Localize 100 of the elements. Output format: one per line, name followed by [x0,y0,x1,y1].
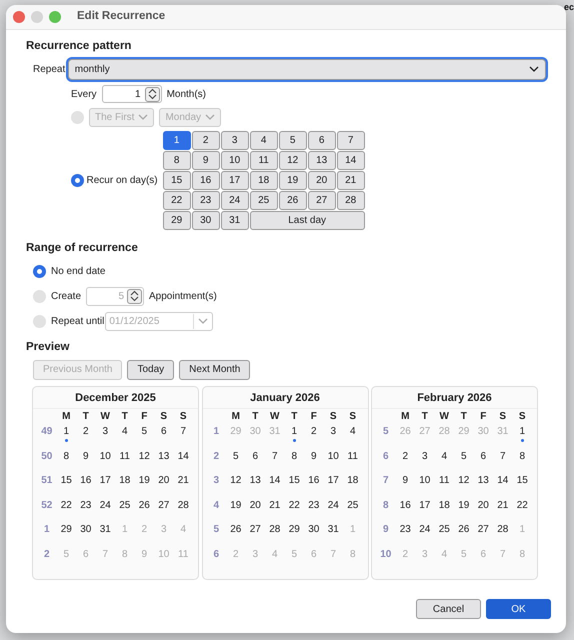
calendar-day[interactable]: 4 [434,448,454,474]
day-button[interactable]: 16 [192,171,220,190]
day-button[interactable]: 27 [308,191,336,210]
calendar-day[interactable]: 21 [493,498,512,522]
calendar-day[interactable]: 28 [493,522,512,547]
calendar-day[interactable]: 24 [96,498,115,522]
day-button[interactable]: 31 [220,211,249,230]
month-nav-button[interactable]: Today [127,360,174,380]
calendar-day[interactable]: 23 [304,498,324,522]
calendar-day[interactable]: 2 [76,424,96,449]
day-button[interactable]: 26 [278,191,307,210]
stepper-icon[interactable] [127,288,142,304]
day-button[interactable]: 30 [192,211,220,230]
calendar-day[interactable]: 6 [154,424,174,449]
calendar-day[interactable]: 9 [76,448,96,474]
day-button[interactable]: 14 [336,151,365,170]
month-nav-button[interactable]: Next Month [179,360,250,380]
calendar-day[interactable]: 13 [474,473,493,498]
calendar-day[interactable]: 19 [454,498,474,522]
calendar-day[interactable]: 5 [454,448,474,474]
radio-button[interactable] [33,314,46,328]
calendar-day[interactable]: 15 [56,473,76,498]
calendar-day[interactable]: 23 [76,498,96,522]
repeat-dropdown[interactable]: monthly [68,59,546,80]
calendar-day[interactable]: 11 [434,473,454,498]
cancel-button[interactable]: Cancel [416,599,481,619]
day-button[interactable]: 24 [220,191,249,210]
calendar-day[interactable]: 13 [246,473,265,498]
calendar-day[interactable]: 11 [115,448,134,474]
day-button[interactable]: 7 [336,131,365,150]
calendar-day[interactable]: 14 [265,473,284,498]
calendar-day[interactable]: 15 [512,473,532,498]
calendar-day[interactable]: 23 [396,522,415,547]
calendar-day[interactable]: 9 [396,473,415,498]
radio-button[interactable] [71,174,84,188]
calendar-day[interactable]: 7 [174,424,193,449]
day-button[interactable]: 9 [192,151,220,170]
calendar-day[interactable]: 8 [284,448,304,474]
day-button[interactable]: 25 [250,191,278,210]
day-button[interactable]: 23 [192,191,220,210]
calendar-day[interactable]: 7 [265,448,284,474]
calendar-day[interactable]: 27 [474,522,493,547]
day-button[interactable]: 5 [278,131,307,150]
calendar-day[interactable]: 15 [284,473,304,498]
calendar-day[interactable]: 27 [246,522,265,547]
day-button[interactable]: 29 [162,211,191,230]
calendar-day[interactable]: 25 [343,498,362,522]
day-button[interactable]: 1 [162,131,191,150]
ok-button[interactable]: OK [486,599,551,619]
day-button[interactable]: 22 [162,191,191,210]
zoom-button[interactable] [49,11,61,23]
calendar-day[interactable]: 16 [396,498,415,522]
day-button[interactable]: 13 [308,151,336,170]
calendar-day[interactable]: 3 [324,424,343,449]
calendar-day[interactable]: 1 [56,424,76,449]
day-button[interactable]: 21 [336,171,365,190]
calendar-day[interactable]: 20 [246,498,265,522]
calendar-day[interactable]: 1 [512,424,532,449]
calendar-day[interactable]: 19 [226,498,246,522]
day-button[interactable]: Last day [250,211,365,230]
calendar-day[interactable]: 1 [284,424,304,449]
calendar-day[interactable]: 22 [56,498,76,522]
calendar-day[interactable]: 16 [304,473,324,498]
calendar-day[interactable]: 31 [96,522,115,547]
calendar-day[interactable]: 27 [154,498,174,522]
calendar-day[interactable]: 14 [174,448,193,474]
calendar-day[interactable]: 10 [415,473,434,498]
calendar-day[interactable]: 17 [324,473,343,498]
day-button[interactable]: 18 [250,171,278,190]
close-button[interactable] [13,11,25,23]
calendar-day[interactable]: 18 [434,498,454,522]
day-button[interactable]: 8 [162,151,191,170]
day-button[interactable]: 17 [220,171,249,190]
calendar-day[interactable]: 11 [343,448,362,474]
day-button[interactable]: 3 [220,131,249,150]
calendar-day[interactable]: 8 [56,448,76,474]
calendar-day[interactable]: 10 [324,448,343,474]
calendar-day[interactable]: 19 [134,473,154,498]
calendar-day[interactable]: 26 [226,522,246,547]
day-button[interactable]: 12 [278,151,307,170]
calendar-day[interactable]: 3 [415,448,434,474]
day-button[interactable]: 2 [192,131,220,150]
calendar-day[interactable]: 31 [324,522,343,547]
day-button[interactable]: 6 [308,131,336,150]
calendar-day[interactable]: 5 [226,448,246,474]
calendar-day[interactable]: 17 [96,473,115,498]
calendar-day[interactable]: 2 [304,424,324,449]
calendar-day[interactable]: 20 [154,473,174,498]
calendar-day[interactable]: 4 [115,424,134,449]
calendar-day[interactable]: 14 [493,473,512,498]
calendar-day[interactable]: 28 [265,522,284,547]
calendar-day[interactable]: 5 [134,424,154,449]
calendar-day[interactable]: 18 [115,473,134,498]
calendar-day[interactable]: 2 [396,448,415,474]
stepper-icon[interactable] [144,86,160,102]
calendar-day[interactable]: 18 [343,473,362,498]
day-button[interactable]: 4 [250,131,278,150]
calendar-day[interactable]: 7 [493,448,512,474]
calendar-day[interactable]: 4 [343,424,362,449]
calendar-day[interactable]: 29 [56,522,76,547]
